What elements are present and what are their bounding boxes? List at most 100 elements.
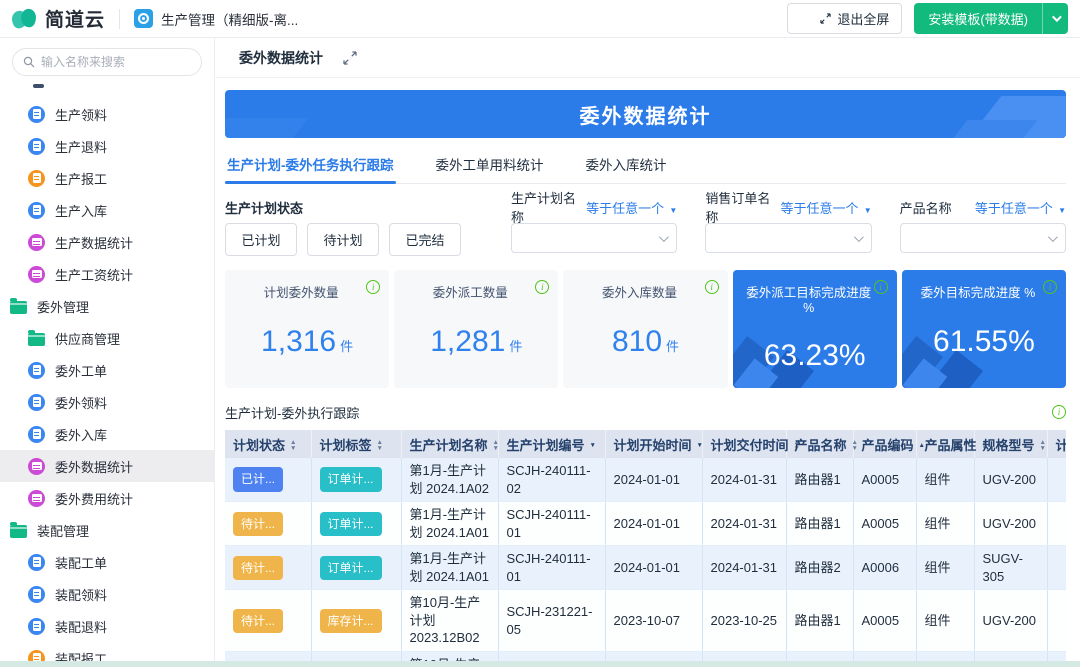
column-header[interactable]: 产品名称▲▼ xyxy=(786,430,853,458)
status-cell: 待计... xyxy=(225,502,311,546)
sort-icon[interactable]: ▲▼ xyxy=(377,440,383,452)
table-row[interactable]: 待计...库存计...第10月-生产计划 2023.12B02SCJH-2312… xyxy=(225,651,1066,661)
sort-icon[interactable]: ▲▼ xyxy=(493,440,499,452)
column-header[interactable]: 规格型号▲▼ xyxy=(974,430,1047,458)
column-header[interactable]: 产品属性▲▼ xyxy=(916,430,974,458)
install-template-dropdown[interactable] xyxy=(1042,3,1068,34)
status-filter-button[interactable]: 已完结 xyxy=(389,223,461,256)
info-icon[interactable]: i xyxy=(1043,280,1057,294)
report-tab[interactable]: 委外入库统计 xyxy=(584,154,669,183)
sidebar-item-label: 装配管理 xyxy=(37,521,89,540)
sidebar-item-label: 生产退料 xyxy=(55,137,107,156)
filter-label: 产品名称 xyxy=(900,198,952,217)
column-header[interactable]: 生产计划编号▼ xyxy=(498,430,605,458)
table-cell: SCJH-231221-05 xyxy=(498,590,605,652)
status-cell: 已计... xyxy=(225,458,311,502)
jiandaoyun-logo[interactable]: 简道云 xyxy=(12,5,105,32)
status-filter-button[interactable]: 已计划 xyxy=(225,223,297,256)
sidebar-item[interactable]: 生产退料 xyxy=(0,130,214,162)
sidebar-item[interactable]: 生产领料 xyxy=(0,98,214,130)
stat-card: 委外派工数量i1,281件 xyxy=(394,270,558,388)
table-row[interactable]: 待计...订单计...第1月-生产计划 2024.1A01SCJH-240111… xyxy=(225,502,1066,546)
chevron-down-icon xyxy=(854,232,864,242)
sidebar-item-label: 生产入库 xyxy=(55,201,107,220)
folder-icon xyxy=(10,525,27,538)
sidebar-item[interactable]: 生产工资统计 xyxy=(0,258,214,290)
filter-operator-link[interactable]: 等于任意一个 ▼ xyxy=(586,198,677,217)
sidebar-item[interactable]: 装配管理 xyxy=(0,514,214,546)
sidebar-item[interactable]: 委外费用统计 xyxy=(0,482,214,514)
filter-select[interactable] xyxy=(900,223,1066,253)
exit-fullscreen-button[interactable]: 退出全屏 xyxy=(787,3,902,34)
status-cell: 待计... xyxy=(225,546,311,590)
sidebar-item[interactable]: 委外管理 xyxy=(0,290,214,322)
sidebar-item-label: 委外领料 xyxy=(55,393,107,412)
stat-value: 61.55% xyxy=(902,325,1066,359)
stat-label: 委外派工数量 xyxy=(394,282,558,301)
column-header[interactable]: 生产计划名称▲▼ xyxy=(401,430,498,458)
table-cell: SCJH-240111-01 xyxy=(498,546,605,590)
filter-operator-link[interactable]: 等于任意一个 ▼ xyxy=(975,198,1066,217)
sidebar-item[interactable]: 生产入库 xyxy=(0,194,214,226)
chart-icon xyxy=(28,458,45,475)
stat-value: 810件 xyxy=(563,325,727,359)
info-icon[interactable]: i xyxy=(874,280,888,294)
sidebar-item-label: 装配退料 xyxy=(55,617,107,636)
sidebar-item[interactable]: 装配领料 xyxy=(0,578,214,610)
filter-select[interactable] xyxy=(705,223,871,253)
stat-unit: 件 xyxy=(340,339,353,354)
table-cell: 2023-10-25 xyxy=(702,590,786,652)
sidebar-item-label: 委外费用统计 xyxy=(55,489,133,508)
sidebar-item[interactable]: 委外工单 xyxy=(0,354,214,386)
table-cell: A0005 xyxy=(853,502,916,546)
sidebar-item[interactable]: 委外入库 xyxy=(0,418,214,450)
table-cell: 路由器2 xyxy=(786,546,853,590)
fullscreen-expand-icon[interactable] xyxy=(343,51,357,65)
sidebar-item[interactable]: 供应商管理 xyxy=(0,322,214,354)
table-cell: 组件 xyxy=(916,502,974,546)
column-header[interactable]: 计划状态▲▼ xyxy=(225,430,311,458)
sidebar-search[interactable] xyxy=(12,48,202,76)
column-header[interactable]: 产品编码▲ xyxy=(853,430,916,458)
sidebar-item[interactable]: 装配工单 xyxy=(0,546,214,578)
sidebar-item[interactable]: 生产报工 xyxy=(0,162,214,194)
sidebar-item[interactable]: 委外数据统计 xyxy=(0,450,214,482)
table-row[interactable]: 已计...订单计...第1月-生产计划 2024.1A02SCJH-240111… xyxy=(225,458,1066,502)
sort-icon[interactable]: ▲ xyxy=(919,443,925,449)
install-template-button[interactable]: 安装模板(带数据) xyxy=(914,3,1042,34)
sort-icon[interactable]: ▲▼ xyxy=(1040,440,1046,452)
report-tab[interactable]: 委外工单用料统计 xyxy=(434,154,546,183)
sidebar-item-label: 委外入库 xyxy=(55,425,107,444)
filter-select[interactable] xyxy=(511,223,677,253)
sidebar-item[interactable]: 委外领料 xyxy=(0,386,214,418)
sort-icon[interactable]: ▲▼ xyxy=(290,440,296,452)
main-panel: 委外数据统计 委外数据统计 生产计划-委外任务执行跟踪委外工单用料统计委外入库统… xyxy=(215,38,1080,661)
table-row[interactable]: 待计...订单计...第1月-生产计划 2024.1A01SCJH-240111… xyxy=(225,546,1066,590)
column-header[interactable]: 计划标签▲▼ xyxy=(311,430,401,458)
status-filter-button[interactable]: 待计划 xyxy=(307,223,379,256)
search-input[interactable] xyxy=(41,55,191,69)
sort-icon[interactable]: ▼ xyxy=(590,443,596,449)
info-icon[interactable]: i xyxy=(1052,405,1066,419)
app-title[interactable]: 生产管理（精细版-离... xyxy=(161,9,298,29)
filter-operator-link[interactable]: 等于任意一个 ▼ xyxy=(781,198,872,217)
table-cell: SCJH-231221-05 xyxy=(498,651,605,661)
chart-icon xyxy=(28,490,45,507)
sort-icon[interactable]: ▼ xyxy=(697,443,703,449)
divider xyxy=(119,9,120,29)
table-cell: 第1月-生产计划 2024.1A01 xyxy=(401,502,498,546)
info-icon[interactable]: i xyxy=(705,280,719,294)
dashboard-content: 委外数据统计 生产计划-委外任务执行跟踪委外工单用料统计委外入库统计 生产计划状… xyxy=(215,78,1080,661)
column-header[interactable]: 计划交付时间▲▼ xyxy=(702,430,786,458)
sidebar-item-label: 委外数据统计 xyxy=(55,457,133,476)
column-header[interactable]: 计划开始时间▼ xyxy=(605,430,702,458)
sidebar-item[interactable]: 生产数据统计 xyxy=(0,226,214,258)
document-icon xyxy=(28,202,45,219)
report-tab[interactable]: 生产计划-委外任务执行跟踪 xyxy=(225,154,396,183)
tag-cell: 订单计... xyxy=(311,502,401,546)
table-row[interactable]: 待计...库存计...第10月-生产计划 2023.12B02SCJH-2312… xyxy=(225,590,1066,652)
sidebar-item[interactable]: 装配报工 xyxy=(0,642,214,661)
column-header[interactable]: 计划 xyxy=(1047,430,1066,458)
sort-icon[interactable]: ▲▼ xyxy=(852,440,858,452)
sidebar-item[interactable]: 装配退料 xyxy=(0,610,214,642)
